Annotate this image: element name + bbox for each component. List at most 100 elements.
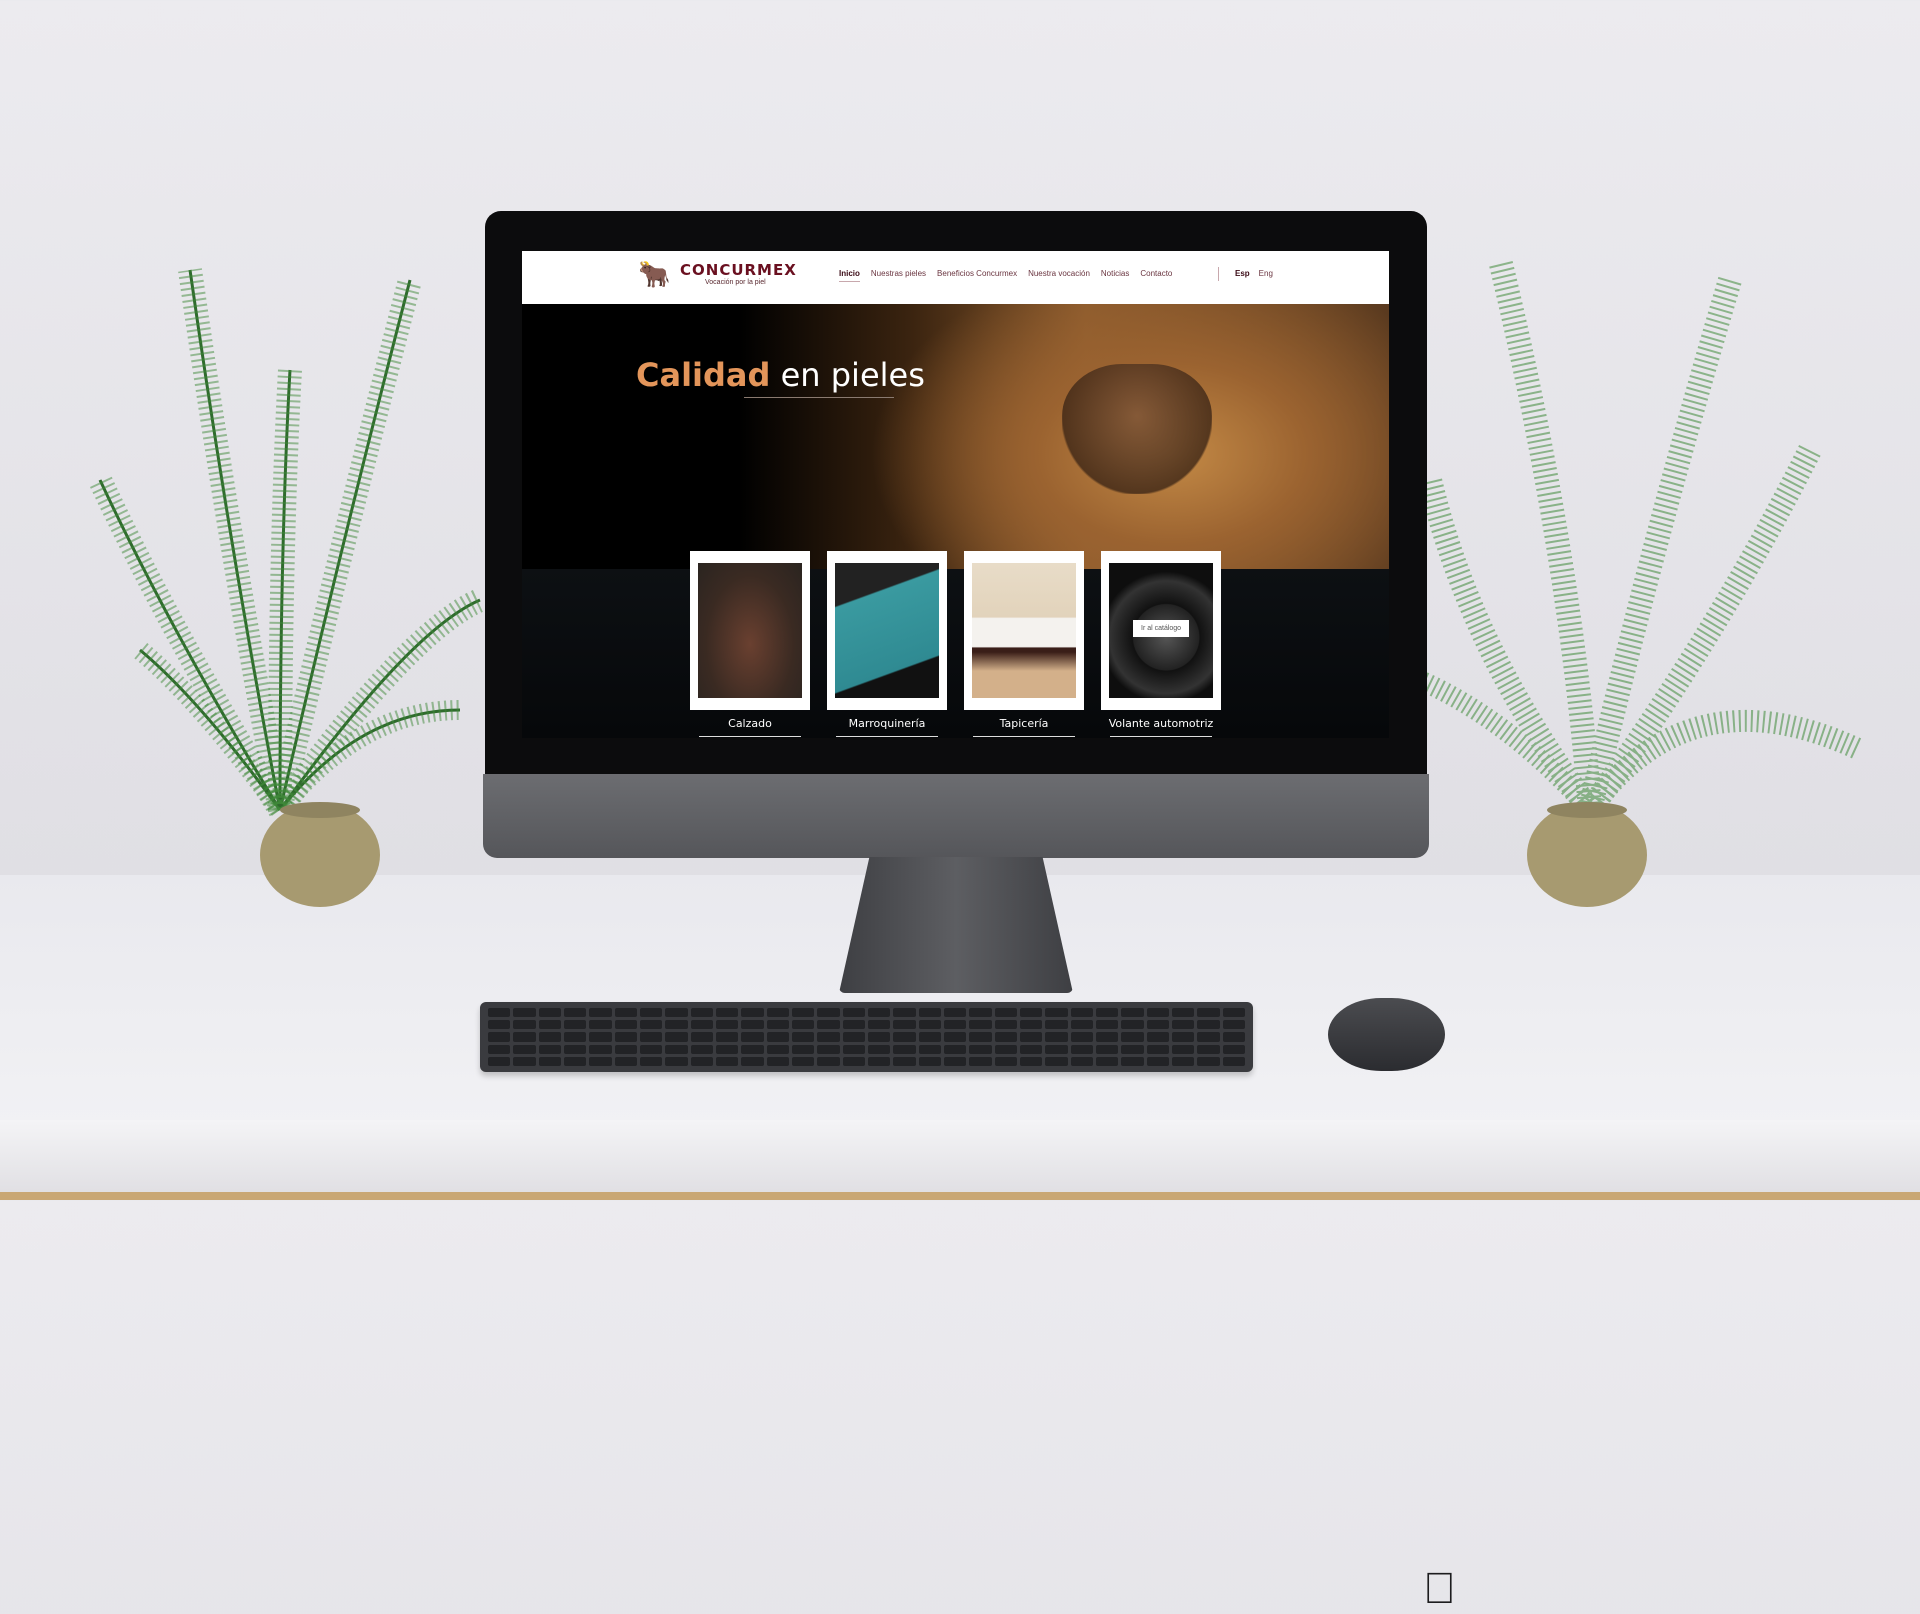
key [488, 1020, 511, 1030]
key [842, 1044, 865, 1054]
key [1020, 1056, 1043, 1066]
hero-dark-band [522, 569, 1389, 738]
nav-inicio[interactable]: Inicio [839, 269, 860, 282]
catalog-button[interactable]: Ir al catálogo [1133, 620, 1190, 637]
key [640, 1056, 663, 1066]
key [1146, 1044, 1169, 1054]
key [589, 1056, 612, 1066]
main-nav: Inicio Nuestras pieles Beneficios Concur… [839, 269, 1172, 282]
nav-contacto[interactable]: Contacto [1140, 269, 1172, 282]
key [589, 1008, 612, 1018]
key [716, 1032, 739, 1042]
card-label[interactable]: Marroquinería [827, 717, 947, 730]
lang-esp[interactable]: Esp [1235, 269, 1250, 278]
key [1222, 1032, 1245, 1042]
key [513, 1008, 536, 1018]
key [969, 1008, 992, 1018]
apple-logo-icon:  [1423, 1564, 1456, 1614]
key [640, 1020, 663, 1030]
nav-nuestra-vocacion[interactable]: Nuestra vocación [1028, 269, 1090, 282]
key [564, 1008, 587, 1018]
key [994, 1008, 1017, 1018]
key [488, 1044, 511, 1054]
key [665, 1008, 688, 1018]
key [868, 1008, 891, 1018]
key [1096, 1044, 1119, 1054]
key [766, 1020, 789, 1030]
brand-logo[interactable]: CONCURMEX [680, 261, 797, 279]
key [1070, 1020, 1093, 1030]
key [741, 1044, 764, 1054]
card-tapiceria[interactable] [964, 551, 1084, 710]
key [488, 1032, 511, 1042]
card-underline [1110, 736, 1212, 737]
key [640, 1032, 663, 1042]
key [614, 1056, 637, 1066]
key [893, 1044, 916, 1054]
key [969, 1020, 992, 1030]
nav-beneficios[interactable]: Beneficios Concurmex [937, 269, 1017, 282]
key [918, 1044, 941, 1054]
key [1146, 1032, 1169, 1042]
nav-noticias[interactable]: Noticias [1101, 269, 1129, 282]
key [538, 1020, 561, 1030]
bull-logo-icon[interactable]: 🐂 [638, 259, 672, 291]
key [1020, 1032, 1043, 1042]
card-calzado[interactable] [690, 551, 810, 710]
wallet-image [835, 563, 939, 698]
key [994, 1032, 1017, 1042]
key [792, 1008, 815, 1018]
key [1045, 1056, 1068, 1066]
key [918, 1056, 941, 1066]
card-volante[interactable]: Ir al catálogo [1101, 551, 1221, 710]
card-marroquineria[interactable] [827, 551, 947, 710]
key [842, 1008, 865, 1018]
key [538, 1044, 561, 1054]
key [868, 1056, 891, 1066]
hand-image [1062, 364, 1212, 494]
key [918, 1032, 941, 1042]
key [488, 1056, 511, 1066]
card-underline [836, 736, 938, 737]
key [538, 1008, 561, 1018]
card-label[interactable]: Calzado [690, 717, 810, 730]
key [716, 1020, 739, 1030]
key [969, 1032, 992, 1042]
key [1020, 1008, 1043, 1018]
key [766, 1056, 789, 1066]
key [513, 1044, 536, 1054]
key [741, 1056, 764, 1066]
key [665, 1032, 688, 1042]
key [741, 1008, 764, 1018]
key [1070, 1032, 1093, 1042]
key [766, 1008, 789, 1018]
key [690, 1056, 713, 1066]
key [944, 1008, 967, 1018]
steering-wheel-image: Ir al catálogo [1109, 563, 1213, 698]
key [994, 1044, 1017, 1054]
website-screen: 🐂 CONCURMEX Vocación por la piel Inicio … [522, 251, 1389, 738]
key [868, 1020, 891, 1030]
key [944, 1056, 967, 1066]
key [842, 1056, 865, 1066]
card-label[interactable]: Tapicería [964, 717, 1084, 730]
language-switch: Esp Eng [1235, 269, 1273, 278]
key [1197, 1020, 1220, 1030]
key [969, 1056, 992, 1066]
card-label[interactable]: Volante automotriz [1101, 717, 1221, 730]
key [1020, 1044, 1043, 1054]
key [1070, 1056, 1093, 1066]
key [513, 1020, 536, 1030]
key [817, 1020, 840, 1030]
key [817, 1056, 840, 1066]
sofa-image [972, 563, 1076, 698]
key [1172, 1044, 1195, 1054]
nav-nuestras-pieles[interactable]: Nuestras pieles [871, 269, 926, 282]
hero-underline [744, 397, 894, 398]
key [488, 1008, 511, 1018]
key [1096, 1008, 1119, 1018]
lang-eng[interactable]: Eng [1259, 269, 1273, 278]
key [1172, 1020, 1195, 1030]
key [1172, 1008, 1195, 1018]
mouse [1328, 998, 1445, 1071]
